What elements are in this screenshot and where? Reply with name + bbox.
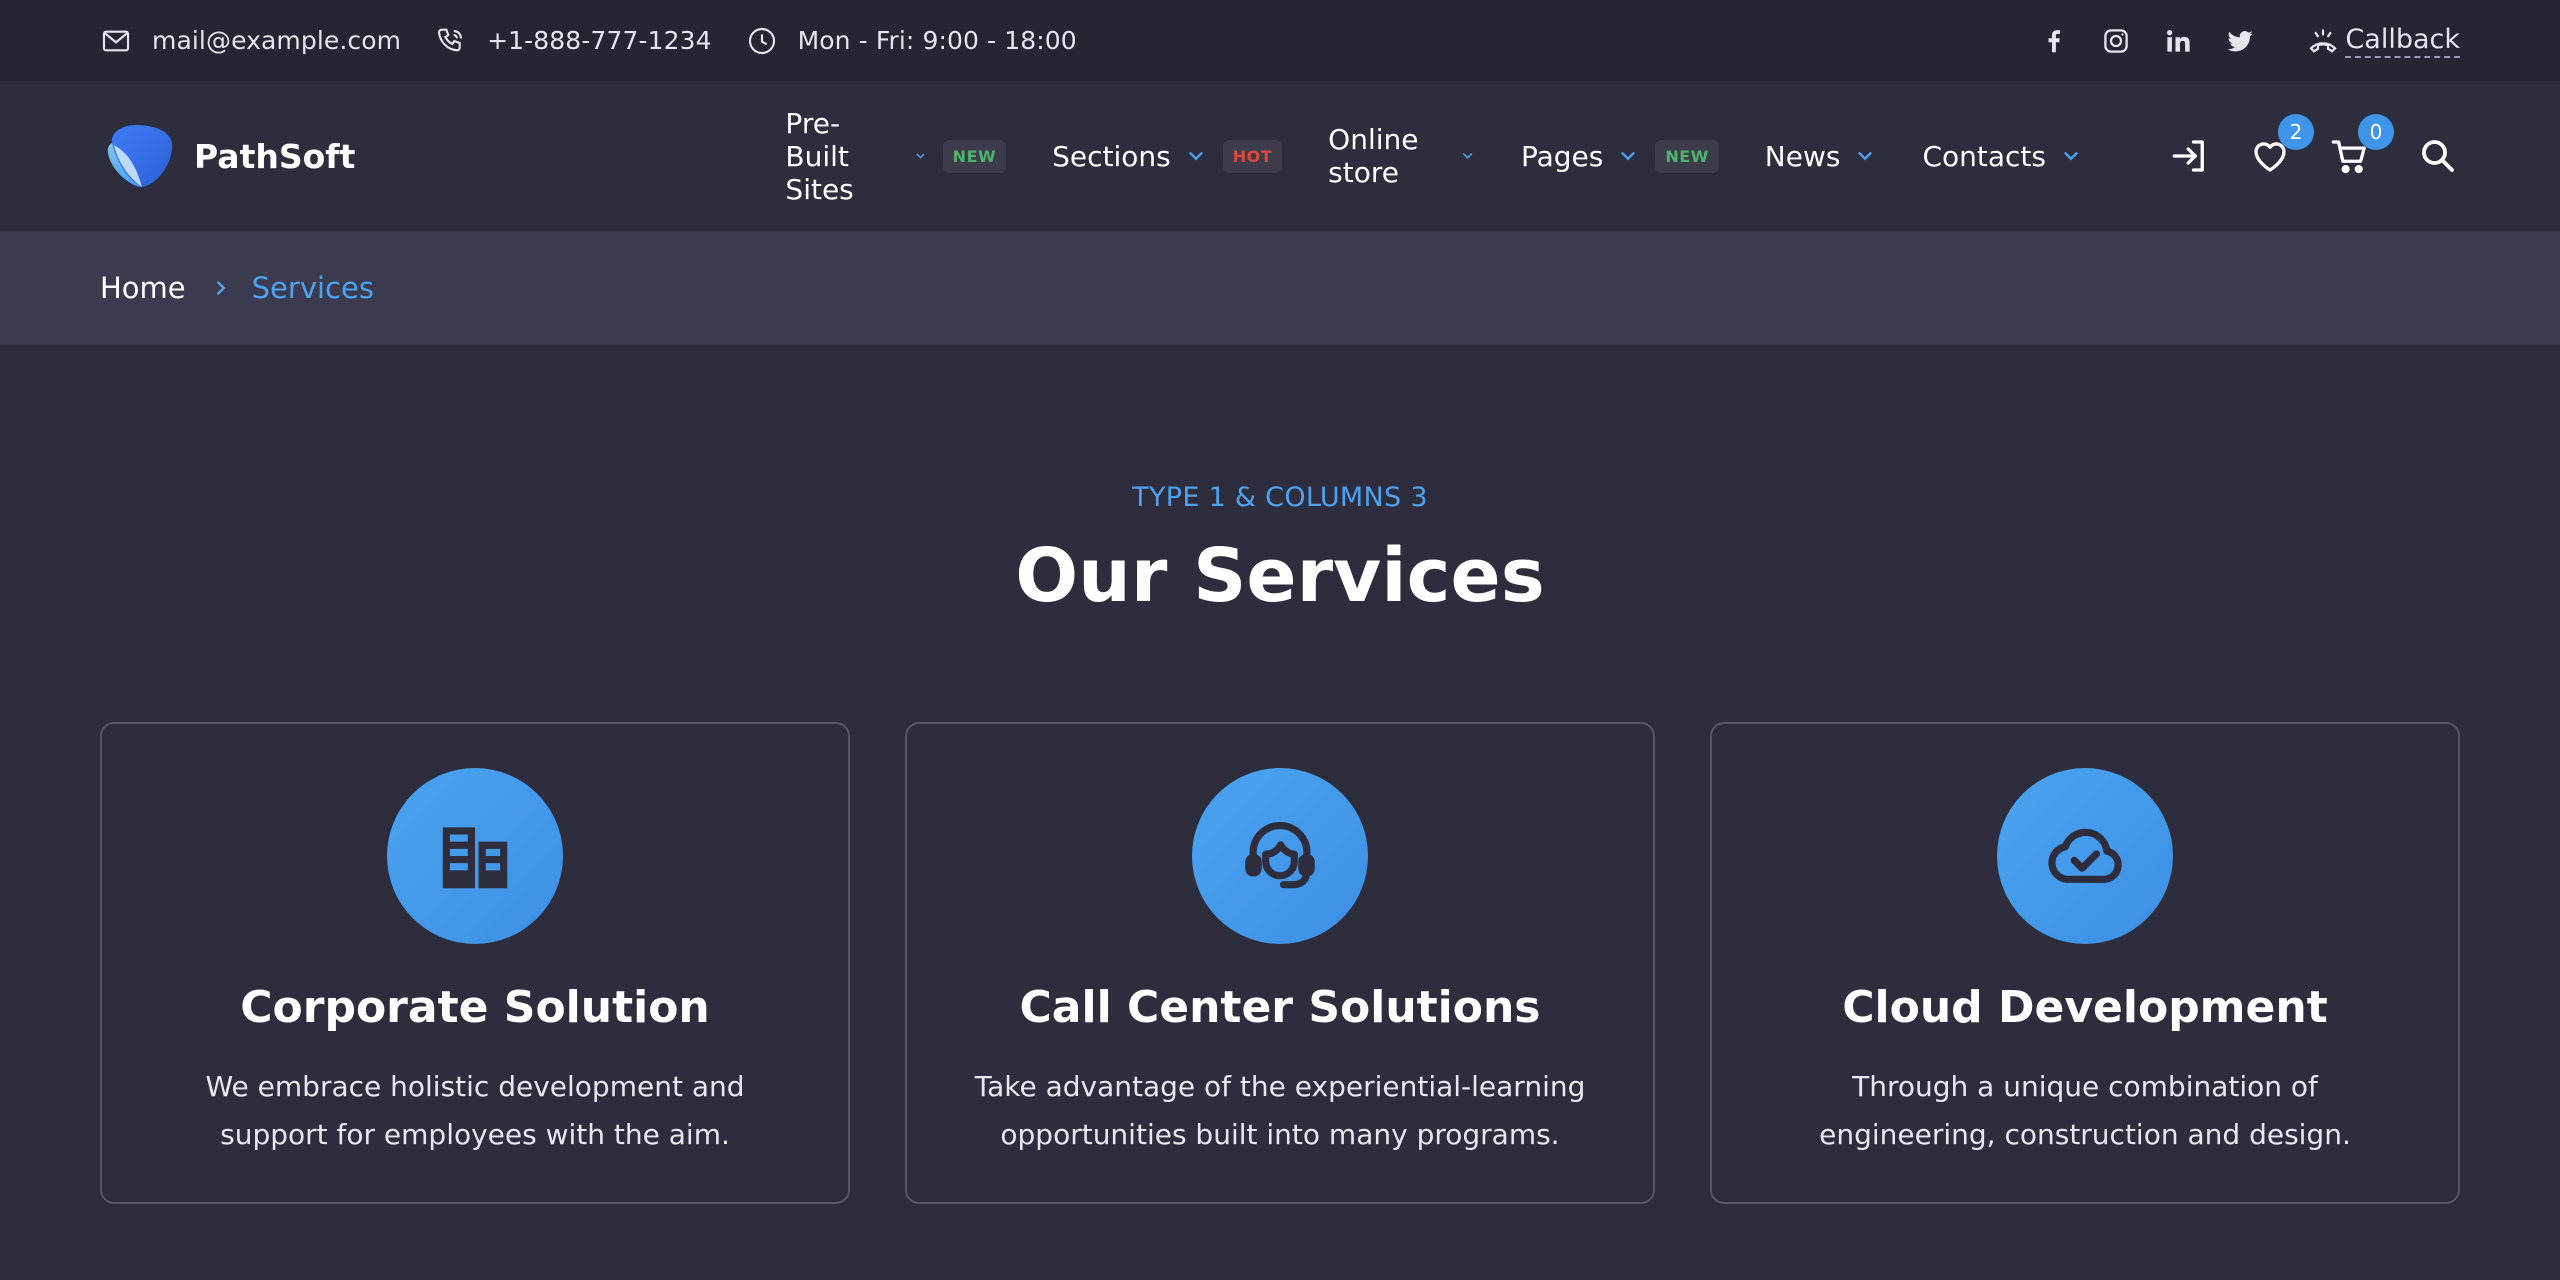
service-icon-circle [1192, 768, 1368, 944]
breadcrumb-current: Services [251, 271, 374, 305]
facebook-link[interactable] [2037, 24, 2071, 58]
header-actions: 2 0 [2132, 114, 2460, 178]
section-eyebrow: TYPE 1 & COLUMNS 3 [1132, 482, 1428, 513]
cart-button[interactable]: 0 [2328, 114, 2394, 178]
nav-item-news[interactable]: News [1765, 140, 1877, 173]
nav-item-sections[interactable]: Sections HOT [1052, 139, 1283, 173]
nav-item-online-store[interactable]: Online store [1328, 123, 1475, 189]
service-description: Take advantage of the experiential-learn… [974, 1070, 1586, 1151]
hours: Mon - Fri: 9:00 - 18:00 [746, 25, 1077, 57]
mail-icon [102, 30, 130, 51]
linkedin-link[interactable] [2161, 24, 2195, 58]
headset-icon [1245, 821, 1315, 889]
login-icon [2172, 140, 2204, 172]
chevron-down-icon [1462, 153, 1472, 160]
main-header: PathSoft Pre-Built Sites NEW Sections HO… [0, 81, 2560, 231]
wishlist-button[interactable]: 2 [2248, 114, 2314, 178]
badge-new: NEW [942, 139, 1007, 173]
chevron-down-icon [916, 153, 925, 159]
cart-count: 0 [2358, 114, 2394, 150]
nav-label: Contacts [1922, 139, 2046, 173]
badge-hot: HOT [1222, 139, 1283, 173]
phone-link[interactable]: +1-888-777-1234 [435, 25, 712, 57]
twitter-icon [2227, 30, 2253, 51]
chevron-down-icon [2064, 152, 2078, 161]
social-links [2009, 24, 2257, 58]
service-card[interactable]: Corporate Solution We embrace holistic d… [100, 722, 850, 1204]
service-title: Corporate Solution [240, 982, 710, 1033]
main-nav: Pre-Built Sites NEW Sections HOT Online … [785, 107, 2128, 206]
logo[interactable]: PathSoft [106, 121, 355, 191]
section-title: Our Services [1015, 533, 1545, 619]
hours-text: Mon - Fri: 9:00 - 18:00 [797, 26, 1077, 55]
service-title: Call Center Solutions [1019, 982, 1541, 1033]
linkedin-icon [2167, 29, 2191, 52]
login-button[interactable] [2168, 134, 2212, 178]
chevron-down-icon [1189, 152, 1203, 161]
cloud-check-icon [2048, 828, 2122, 883]
building-icon [442, 827, 508, 889]
breadcrumb: Home Services [0, 231, 2560, 345]
contact-info: mail@example.com +1-888-777-1234 Mon - F… [100, 25, 1111, 57]
service-icon-circle [387, 768, 563, 944]
service-description: Through a unique combination of engineer… [1819, 1070, 2351, 1151]
chevron-down-icon [1621, 152, 1636, 161]
email-text: mail@example.com [152, 26, 402, 55]
nav-label: Pre-Built Sites [785, 106, 854, 206]
badge-new: NEW [1655, 139, 1719, 173]
logo-icon [107, 125, 173, 188]
instagram-icon [2104, 28, 2129, 53]
service-title: Cloud Development [1842, 982, 2328, 1033]
phone-ring-icon [2309, 28, 2338, 53]
service-card[interactable]: Cloud Development Through a unique combi… [1710, 722, 2460, 1204]
service-description: We embrace holistic development and supp… [205, 1070, 745, 1151]
callback-button[interactable]: Callback [2307, 24, 2460, 58]
email-link[interactable]: mail@example.com [100, 25, 401, 57]
callback-label: Callback [2345, 24, 2460, 58]
breadcrumb-home[interactable]: Home [100, 271, 186, 305]
nav-label: News [1764, 139, 1841, 173]
chevron-right-icon [216, 281, 226, 295]
nav-item-contacts[interactable]: Contacts [1922, 140, 2082, 173]
services-grid: Corporate Solution We embrace holistic d… [100, 722, 2460, 1204]
instagram-link[interactable] [2099, 24, 2133, 58]
chevron-down-icon [1858, 152, 1873, 161]
clock-icon [748, 27, 775, 54]
twitter-link[interactable] [2223, 24, 2257, 58]
nav-item-pre-built-sites[interactable]: Pre-Built Sites NEW [785, 106, 1007, 206]
nav-label: Sections [1052, 139, 1171, 173]
nav-label: Pages [1520, 139, 1604, 173]
nav-label: Online store [1328, 123, 1419, 189]
wishlist-count: 2 [2278, 114, 2314, 150]
search-button[interactable] [2416, 134, 2460, 178]
brand-name: PathSoft [194, 136, 356, 176]
service-card[interactable]: Call Center Solutions Take advantage of … [905, 722, 1655, 1204]
nav-item-pages[interactable]: Pages NEW [1520, 139, 1719, 173]
facebook-icon [2048, 29, 2061, 52]
service-icon-circle [1997, 768, 2173, 944]
top-bar: mail@example.com +1-888-777-1234 Mon - F… [0, 0, 2560, 81]
phone-icon [438, 28, 463, 51]
search-icon [2422, 140, 2454, 172]
topbar-actions: Callback [2009, 24, 2460, 58]
phone-text: +1-888-777-1234 [487, 26, 712, 55]
